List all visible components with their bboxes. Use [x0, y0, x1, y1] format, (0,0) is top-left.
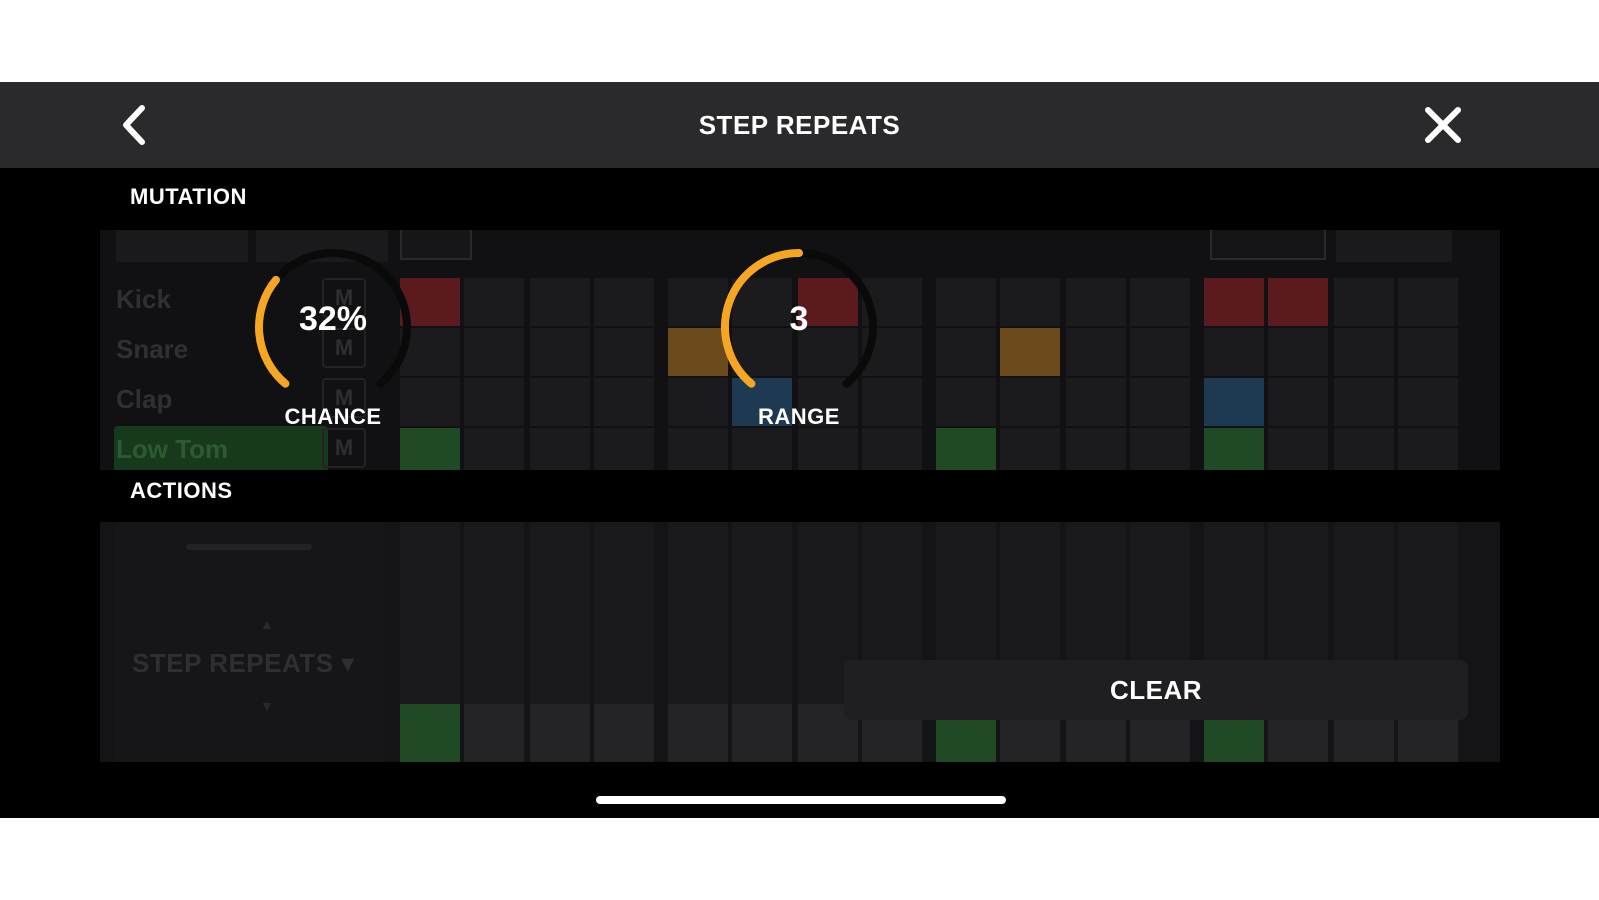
step-cell — [1000, 428, 1060, 470]
chance-value: 32% — [298, 300, 368, 338]
step-cell — [464, 378, 524, 426]
track-name-snare: Snare — [116, 334, 189, 364]
step-cell — [464, 278, 524, 326]
step-cell — [1204, 328, 1264, 376]
step-cell — [1000, 328, 1060, 376]
step-cell — [1000, 278, 1060, 326]
step-cell — [1130, 278, 1190, 326]
step-cell — [798, 428, 858, 470]
app-screen: STEP REPEATS MUTATION Kick Snare Clap Lo… — [0, 82, 1599, 818]
lane-step-cell — [732, 704, 792, 762]
track-name-low-tom: Low Tom — [116, 434, 229, 464]
close-icon — [1425, 107, 1461, 143]
step-cell — [936, 428, 996, 470]
mutation-section-label: MUTATION — [130, 184, 247, 209]
chance-label: CHANCE — [284, 404, 382, 429]
chevron-up-icon: ▲ — [260, 616, 274, 632]
lane-step-cell — [668, 704, 728, 762]
step-cell — [530, 328, 590, 376]
lane-step-cell — [594, 704, 654, 762]
step-cell — [1066, 328, 1126, 376]
toolbar-cell — [1336, 230, 1452, 262]
step-cell — [1398, 278, 1458, 326]
clear-button[interactable]: CLEAR — [844, 660, 1468, 720]
lane-step-cell — [464, 704, 524, 762]
step-cell — [1000, 378, 1060, 426]
step-cell — [1398, 378, 1458, 426]
step-cell — [936, 278, 996, 326]
step-cell — [1130, 428, 1190, 470]
lane-step-cell — [530, 704, 590, 762]
step-cell — [1066, 378, 1126, 426]
range-value: 3 — [789, 300, 809, 338]
step-cell — [1130, 328, 1190, 376]
track-name-kick: Kick — [116, 284, 171, 314]
step-cell — [464, 328, 524, 376]
step-cell — [594, 378, 654, 426]
step-cell — [936, 378, 996, 426]
drag-handle — [186, 544, 312, 550]
step-cell — [464, 428, 524, 470]
actions-section-label: ACTIONS — [130, 478, 233, 503]
step-cell — [1268, 428, 1328, 470]
step-cell — [400, 428, 460, 470]
step-cell — [530, 428, 590, 470]
step-cell — [1334, 278, 1394, 326]
chevron-down-icon: ▼ — [260, 698, 274, 714]
step-cell — [1398, 328, 1458, 376]
step-cell — [530, 378, 590, 426]
toolbar-cell — [116, 230, 248, 262]
top-bar: STEP REPEATS — [0, 82, 1599, 168]
step-cell — [1204, 378, 1264, 426]
step-cell — [1066, 278, 1126, 326]
step-cell — [862, 428, 922, 470]
step-cell — [530, 278, 590, 326]
page-title: STEP REPEATS — [698, 110, 901, 140]
step-cell — [594, 328, 654, 376]
lane-selector-panel: ▲ STEP REPEATS ▾ ▼ — [114, 522, 384, 762]
close-button[interactable] — [1418, 100, 1468, 150]
range-label: RANGE — [758, 404, 840, 429]
step-cell — [732, 428, 792, 470]
chance-knob[interactable]: 32% CHANCE — [248, 242, 418, 429]
track-name-clap: Clap — [116, 384, 173, 414]
step-cell — [1204, 428, 1264, 470]
step-cell — [1268, 328, 1328, 376]
step-cell — [1130, 378, 1190, 426]
step-cell — [1204, 278, 1264, 326]
step-cell — [1398, 428, 1458, 470]
home-indicator[interactable] — [596, 796, 1006, 804]
toolbar-selected-cell — [1210, 230, 1326, 260]
step-cell — [936, 328, 996, 376]
step-cell — [1268, 278, 1328, 326]
step-cell — [594, 278, 654, 326]
lane-selector-label: STEP REPEATS ▾ — [132, 648, 355, 678]
step-cell — [1334, 378, 1394, 426]
lane-editor-background: ▲ STEP REPEATS ▾ ▼ — [100, 522, 1500, 762]
step-cell — [1268, 378, 1328, 426]
lane-step-cell — [400, 704, 460, 762]
step-cell — [1334, 328, 1394, 376]
step-cell — [594, 428, 654, 470]
step-cell — [668, 428, 728, 470]
step-cell — [1334, 428, 1394, 470]
step-cell — [1066, 428, 1126, 470]
range-knob[interactable]: 3 RANGE — [714, 242, 884, 429]
mute-button-low-tom: M — [322, 428, 366, 468]
